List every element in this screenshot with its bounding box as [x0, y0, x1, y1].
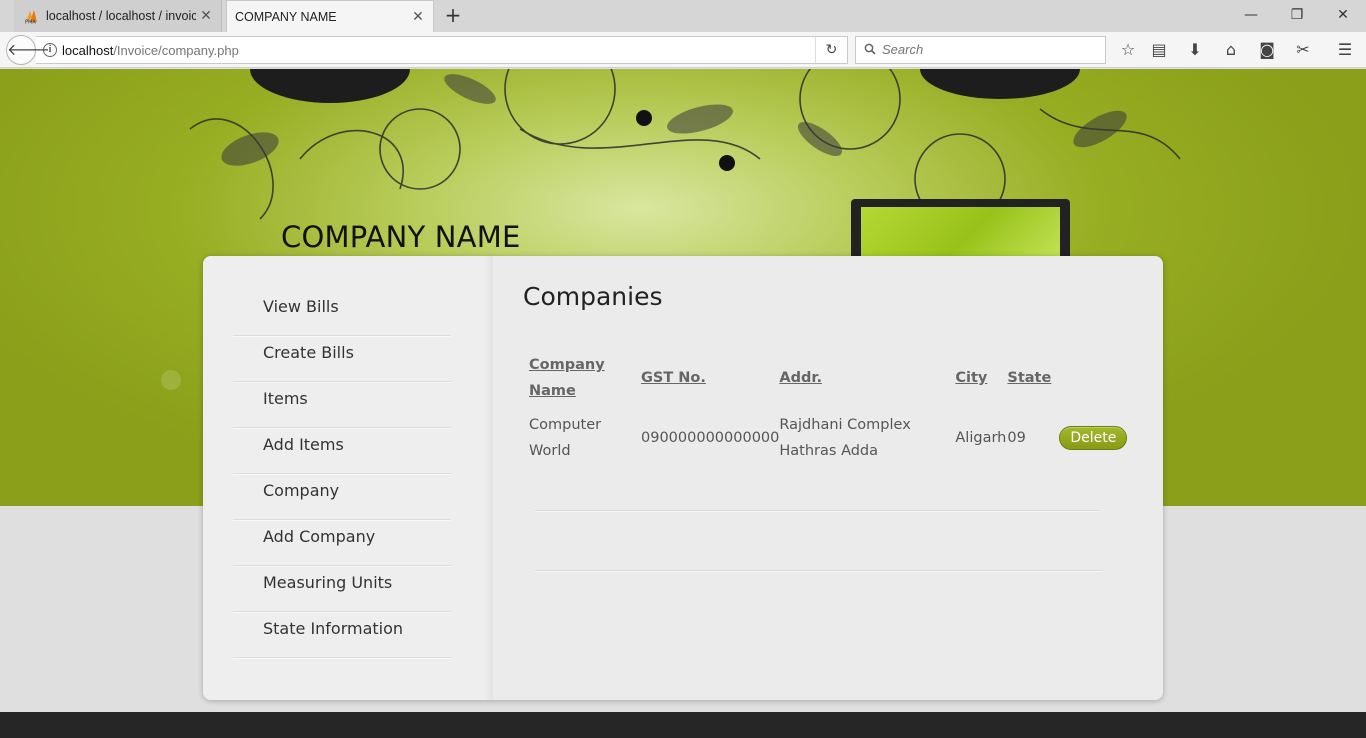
sidebar-item-measuring-units[interactable]: Measuring Units [233, 566, 451, 612]
page-title: Companies [523, 282, 663, 311]
minimize-icon[interactable]: — [1228, 4, 1274, 26]
row-spacer [529, 404, 1129, 412]
tab-title: localhost / localhost / invoic [46, 9, 196, 23]
back-arrow-icon[interactable]: 🡐 [6, 35, 50, 65]
tab-phpmyadmin[interactable]: PMA localhost / localhost / invoic ✕ [14, 0, 222, 32]
search-bar[interactable] [855, 36, 1106, 64]
footer-bar [0, 712, 1366, 738]
sidebar-item-add-company[interactable]: Add Company [233, 520, 451, 566]
header-action [1059, 352, 1129, 404]
sidebar-item-company[interactable]: Company [233, 474, 451, 520]
search-icon [864, 43, 876, 55]
tab-company-name[interactable]: COMPANY NAME ✕ [226, 0, 434, 32]
cell-city: Aligarh [955, 430, 1007, 446]
delete-button[interactable]: Delete [1059, 426, 1128, 450]
header-company-name[interactable]: Company Name [529, 352, 641, 404]
sidebar-item-add-items[interactable]: Add Items [233, 428, 451, 474]
sidebar-item-view-bills[interactable]: View Bills [233, 290, 451, 336]
cell-state: 09 [1007, 430, 1026, 446]
header-state[interactable]: State [1007, 352, 1059, 404]
sidebar-item-items[interactable]: Items [233, 382, 451, 428]
svg-text:PMA: PMA [25, 20, 36, 25]
content-panel: View Bills Create Bills Items Add Items … [203, 256, 1163, 700]
divider [535, 510, 1099, 511]
page: COMPANY NAME View Bills Create Bills Ite… [0, 69, 1366, 738]
header-address[interactable]: Addr. [779, 352, 955, 404]
url-text[interactable]: localhost/Invoice/company.php [62, 43, 239, 58]
home-icon[interactable]: ⌂ [1221, 40, 1241, 60]
sidebar-item-create-bills[interactable]: Create Bills [233, 336, 451, 382]
site-title: COMPANY NAME [281, 220, 521, 254]
download-icon[interactable]: ⬇ [1185, 40, 1205, 60]
tab-title: COMPANY NAME [235, 9, 337, 24]
sidebar: View Bills Create Bills Items Add Items … [203, 256, 493, 700]
table-row: Computer World 090000000000000 Rajdhani C… [529, 412, 1129, 464]
pocket-icon[interactable]: ◙ [1257, 40, 1277, 60]
cell-action: Delete [1059, 412, 1129, 464]
table-header-row: Company Name GST No. Addr. City State [529, 352, 1129, 404]
companies-table: Company Name GST No. Addr. City State Com… [529, 352, 1129, 464]
url-bar[interactable]: i localhost/Invoice/company.php ↻ [36, 36, 848, 64]
bookmark-star-icon[interactable]: ☆ [1118, 40, 1138, 60]
sidebar-item-state-information[interactable]: State Information [233, 612, 451, 658]
header-city[interactable]: City [955, 352, 1007, 404]
browser-nav-bar: i localhost/Invoice/company.php ↻ 🡐 ☆ ▤ … [0, 32, 1366, 68]
screenshot-icon[interactable]: ✂ [1293, 40, 1313, 60]
reading-list-icon[interactable]: ▤ [1149, 40, 1169, 60]
reload-icon[interactable]: ↻ [815, 37, 847, 63]
menu-hamburger-icon[interactable]: ☰ [1335, 40, 1355, 60]
sidebar-divider [485, 256, 493, 700]
close-icon[interactable]: ✕ [411, 10, 425, 24]
header-gst-no[interactable]: GST No. [641, 352, 779, 404]
browser-tab-bar: PMA localhost / localhost / invoic ✕ COM… [0, 0, 1366, 32]
cell-gst-no: 090000000000000 [641, 430, 780, 446]
cell-company-name: Computer World [529, 417, 602, 459]
divider [535, 570, 1103, 571]
main-content: Companies Company Name GST No. Addr. City… [493, 256, 1163, 700]
close-icon[interactable]: ✕ [199, 9, 213, 23]
new-tab-plus-icon[interactable]: + [443, 5, 463, 25]
window-close-icon[interactable]: ✕ [1320, 4, 1366, 26]
sidebar-menu: View Bills Create Bills Items Add Items … [233, 290, 451, 658]
restore-icon[interactable]: ❐ [1274, 4, 1320, 26]
search-input[interactable] [882, 42, 1092, 57]
cell-address: Rajdhani Complex Hathras Adda [779, 417, 911, 459]
phpmyadmin-favicon-icon: PMA [24, 8, 40, 24]
